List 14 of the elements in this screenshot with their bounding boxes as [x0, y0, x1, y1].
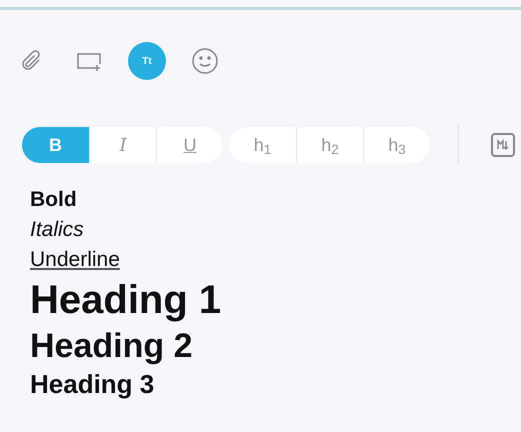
format-button[interactable]: B: [22, 127, 89, 163]
markdown-toggle-icon[interactable]: [491, 133, 515, 157]
preview-text: Underline: [30, 247, 120, 273]
preview-text: Heading 3: [30, 368, 154, 401]
preview-text: Italics: [30, 217, 84, 243]
preview-text: Bold: [30, 187, 77, 213]
text-format-button[interactable]: Tt: [128, 42, 166, 80]
format-button[interactable]: I: [89, 127, 156, 163]
format-button[interactable]: h$_{2}$: [296, 127, 363, 163]
format-button[interactable]: U: [156, 127, 223, 163]
format-button[interactable]: h$_{1}$: [229, 127, 296, 163]
preview-text: Heading 2: [30, 326, 192, 367]
preview-text: Heading 1: [30, 277, 222, 324]
format-button[interactable]: h$_{3}$: [363, 127, 430, 163]
